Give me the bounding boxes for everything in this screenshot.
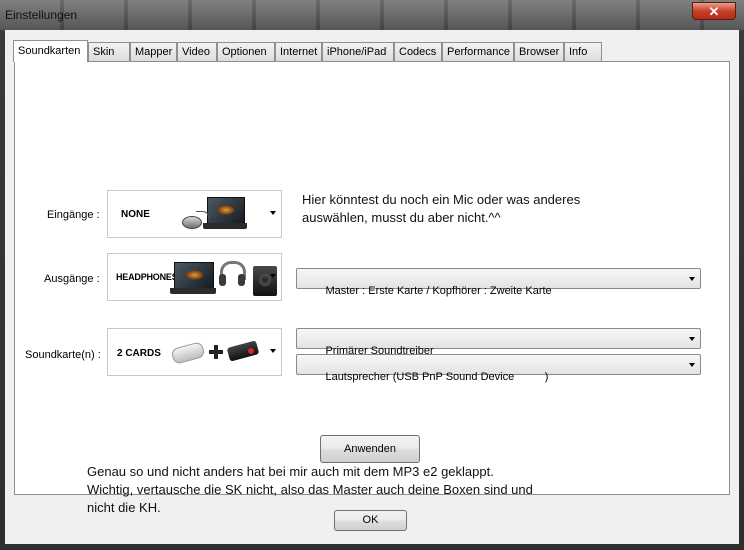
inputs-combo[interactable]: NONE: [107, 190, 282, 238]
tab-performance[interactable]: Performance: [442, 42, 514, 61]
window-title: Einstellungen: [5, 8, 78, 22]
input-annotation: Hier könntest du noch ein Mic oder was a…: [302, 192, 581, 225]
tab-soundkarten[interactable]: Soundkarten: [13, 40, 88, 62]
chevron-down-icon: [689, 277, 695, 281]
chevron-down-icon: [270, 349, 276, 353]
bottom-annotation: Genau so und nicht anders hat bei mir au…: [87, 464, 533, 515]
settings-window: Einstellungen ✕ Soundkarten Skin Mapper …: [0, 0, 744, 550]
outputs-combo[interactable]: HEADPHONES: [107, 253, 282, 301]
close-button[interactable]: ✕: [692, 2, 736, 20]
ok-button[interactable]: OK: [334, 510, 407, 531]
close-icon: ✕: [708, 4, 720, 19]
chevron-down-icon: [270, 211, 276, 215]
sound-device-value: Lautsprecher (USB PnP Sound Device ): [325, 371, 549, 383]
output-routing-value: Master : Erste Karte / Kopfhörer : Zweit…: [325, 285, 552, 297]
inputs-label: Eingänge :: [47, 209, 100, 221]
chevron-down-icon: [689, 337, 695, 341]
inputs-selected: NONE: [121, 209, 150, 220]
soundcards-label: Soundkarte(n) :: [25, 349, 101, 361]
title-bar[interactable]: Einstellungen ✕: [0, 0, 744, 30]
soundcards-combo[interactable]: 2 CARDS: [107, 328, 282, 376]
tab-mapper[interactable]: Mapper: [130, 42, 177, 61]
soundcards-selected: 2 CARDS: [117, 348, 161, 359]
sound-driver-select[interactable]: Primärer Soundtreiber: [296, 328, 701, 357]
tab-info[interactable]: Info: [564, 42, 602, 61]
tab-optionen[interactable]: Optionen: [217, 42, 275, 61]
tab-codecs[interactable]: Codecs: [394, 42, 442, 61]
sound-device-select[interactable]: Lautsprecher (USB PnP Sound Device ): [296, 354, 701, 383]
chevron-down-icon: [270, 274, 276, 278]
tab-internet[interactable]: Internet: [275, 42, 322, 61]
soundkarten-panel: Eingänge : NONE Ausgänge : HEADPHONES Ma…: [14, 61, 730, 515]
outputs-selected: HEADPHONES: [116, 272, 178, 282]
tab-browser[interactable]: Browser: [514, 42, 564, 61]
chevron-down-icon: [689, 363, 695, 367]
outputs-label: Ausgänge :: [44, 273, 100, 285]
tab-video[interactable]: Video: [177, 42, 217, 61]
apply-button[interactable]: Anwenden: [320, 435, 420, 463]
dialog-client: Soundkarten Skin Mapper Video Optionen I…: [5, 30, 739, 544]
output-routing-select[interactable]: Master : Erste Karte / Kopfhörer : Zweit…: [296, 268, 701, 297]
tab-skin[interactable]: Skin: [88, 42, 130, 61]
tab-iphone-ipad[interactable]: iPhone/iPad: [322, 42, 394, 61]
